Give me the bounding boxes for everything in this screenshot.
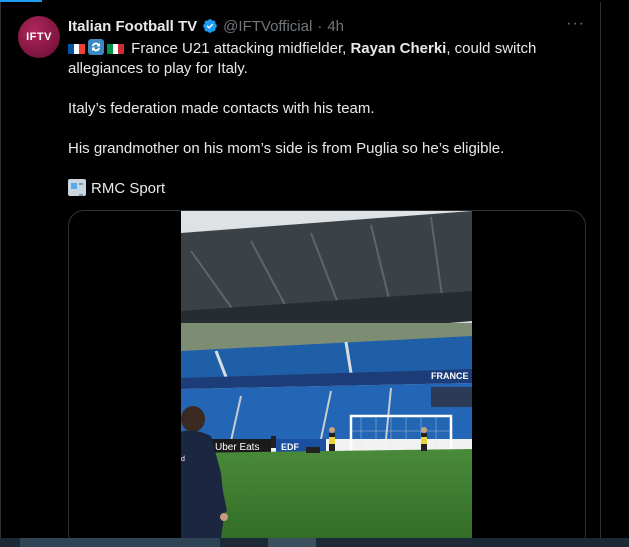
source-line: RMC Sport [68,179,583,199]
tweet-text: France U21 attacking midfielder, Rayan C… [68,39,583,199]
tweet-header: Italian Football TV @IFTVofficial · 4h [68,16,344,36]
banner-france: FRANCE [431,371,469,381]
source-label: RMC Sport [91,180,166,197]
paragraph-1: France U21 attacking midfielder, Rayan C… [68,39,583,79]
video-player[interactable]: FRANCE Uber Eats EDF d [181,211,472,547]
ad-edf: EDF [281,442,300,452]
display-name[interactable]: Italian Football TV [68,18,197,35]
player-name: Rayan Cherki [350,40,447,57]
avatar-text: IFTV [26,31,52,43]
verified-badge-icon [203,19,218,33]
italy-flag-icon [107,42,124,54]
paragraph-3: His grandmother on his mom’s side is fro… [68,140,505,157]
svg-text:d: d [181,456,185,463]
paragraph-1-text-a: France U21 attacking midfielder, [127,40,351,57]
media-container[interactable]: FRANCE Uber Eats EDF d [68,210,586,547]
video-frame: FRANCE Uber Eats EDF d [181,211,472,547]
tweet-card[interactable]: IFTV Italian Football TV @IFTVofficial ·… [0,2,601,547]
newspaper-icon [68,179,86,196]
timestamp[interactable]: 4h [327,18,344,35]
france-flag-icon [68,42,85,54]
repeat-arrows-icon [88,39,104,55]
paragraph-2: Italy’s federation made contacts with hi… [68,100,375,117]
separator: · [317,17,323,35]
taskbar [0,538,629,547]
ad-ubereats: Uber Eats [215,442,259,453]
more-options-icon[interactable]: ··· [566,16,585,32]
avatar[interactable]: IFTV [18,16,60,58]
handle[interactable]: @IFTVofficial [223,18,312,35]
